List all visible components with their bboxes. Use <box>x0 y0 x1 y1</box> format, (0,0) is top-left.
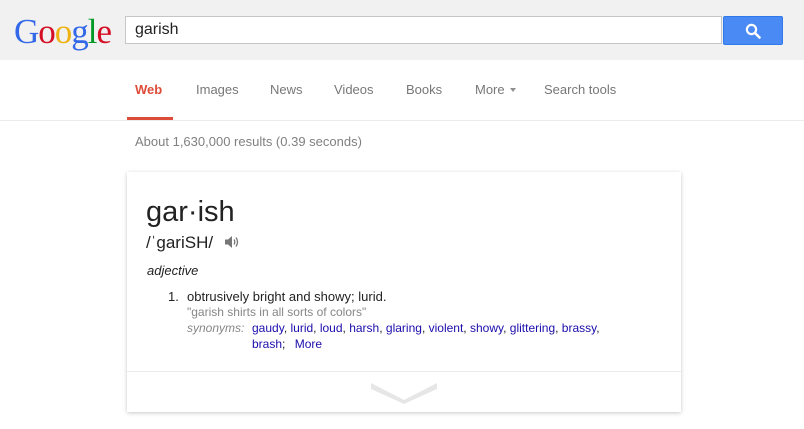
google-logo[interactable]: Google <box>14 12 113 52</box>
synonym-link[interactable]: harsh <box>349 321 379 335</box>
top-bar: Google <box>0 0 804 60</box>
synonym-link[interactable]: violent <box>429 321 464 335</box>
definition-text: obtrusively bright and showy; lurid. <box>187 289 387 304</box>
caret-down-icon <box>509 87 516 92</box>
search-icon <box>745 23 761 39</box>
search-nav: Web Images News Videos Books More Search… <box>0 60 804 121</box>
more-synonyms-link[interactable]: More <box>295 337 322 351</box>
synonym-link[interactable]: brassy <box>562 321 596 335</box>
speaker-icon[interactable] <box>224 235 240 249</box>
synonyms-label: synonyms: <box>187 321 245 335</box>
logo-letter: g <box>71 12 88 51</box>
definition-number: 1. <box>168 289 179 304</box>
search-input[interactable] <box>126 17 721 43</box>
tab-news[interactable]: News <box>270 82 303 98</box>
tab-web[interactable]: Web <box>135 82 162 98</box>
part-of-speech: adjective <box>147 263 199 278</box>
phonetic-spelling: /ˈgariSH/ <box>146 233 214 252</box>
logo-letter: l <box>87 12 98 51</box>
tab-videos[interactable]: Videos <box>334 82 374 98</box>
chevron-down-icon[interactable] <box>371 380 437 404</box>
search-box <box>125 16 722 44</box>
tab-images[interactable]: Images <box>196 82 239 98</box>
synonyms-list: gaudy, lurid, loud, harsh, glaring, viol… <box>252 321 600 351</box>
example-sentence: "garish shirts in all sorts of colors" <box>187 305 367 319</box>
tab-more-label: More <box>475 82 505 97</box>
tab-books[interactable]: Books <box>406 82 442 98</box>
tab-more[interactable]: More <box>475 82 516 98</box>
synonym-link[interactable]: brash <box>252 337 282 351</box>
logo-letter: o <box>38 12 55 51</box>
synonym-link[interactable]: gaudy <box>252 321 284 335</box>
logo-letter: o <box>54 12 72 51</box>
synonym-link[interactable]: glittering <box>510 321 555 335</box>
dictionary-card: gar·ish /ˈgariSH/ adjective 1. obtrusive… <box>127 172 681 412</box>
logo-letter: e <box>96 12 113 51</box>
synonyms-row: synonyms: gaudy, lurid, loud, harsh, gla… <box>187 320 600 351</box>
dictionary-word: gar·ish <box>146 196 235 228</box>
result-stats: About 1,630,000 results (0.39 seconds) <box>135 134 362 149</box>
tab-search-tools[interactable]: Search tools <box>544 82 616 98</box>
synonym-link[interactable]: showy <box>470 321 503 335</box>
card-divider <box>127 371 681 372</box>
active-tab-indicator <box>127 117 173 120</box>
search-button[interactable] <box>723 16 783 45</box>
synonym-link[interactable]: lurid <box>290 321 313 335</box>
logo-letter: G <box>14 12 39 51</box>
synonym-link[interactable]: glaring <box>386 321 422 335</box>
synonym-link[interactable]: loud <box>320 321 343 335</box>
